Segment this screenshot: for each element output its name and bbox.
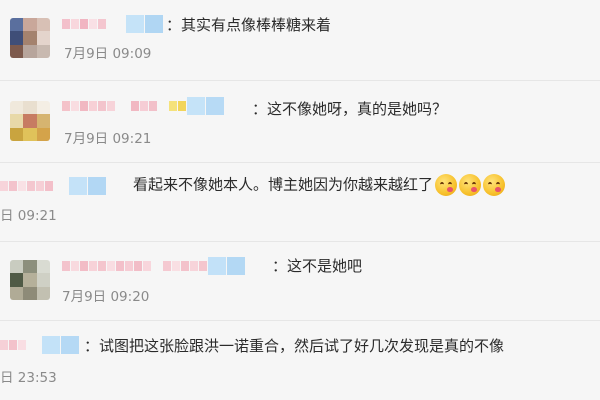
smiling-blushing-emoji-icon: [435, 174, 458, 196]
avatar[interactable]: [10, 101, 50, 141]
comment-text: 看起来不像她本人。博主她因为你越来越红了: [133, 174, 506, 196]
comment-text: ：这不是她吧: [272, 257, 363, 275]
comment-timestamp: 7月9日 09:21: [64, 131, 152, 147]
username-mosaic[interactable]: [62, 257, 246, 275]
emoji-group: [435, 174, 506, 196]
comment-text: ：试图把这张脸跟洪一诺重合，然后试了好几次发现是真的不像: [84, 337, 505, 355]
comment-item: ：试图把这张脸跟洪一诺重合，然后试了好几次发现是真的不像 日 23:53: [0, 321, 600, 400]
username-mosaic[interactable]: [62, 15, 164, 33]
username-mosaic[interactable]: [0, 336, 80, 354]
avatar[interactable]: [10, 260, 50, 300]
comment-timestamp: 7月9日 09:09: [64, 46, 152, 62]
smiling-blushing-emoji-icon: [459, 174, 482, 196]
comment-timestamp: 日 09:21: [0, 208, 57, 224]
comment-timestamp: 日 23:53: [0, 370, 57, 386]
username-mosaic[interactable]: [0, 177, 107, 195]
comment-item: ：这不是她吧 7月9日 09:20: [0, 242, 600, 320]
comment-item: 看起来不像她本人。博主她因为你越来越红了 日 09:21: [0, 163, 600, 241]
smiling-blushing-emoji-icon: [483, 174, 506, 196]
username-mosaic[interactable]: [62, 97, 225, 115]
comment-item: ：其实有点像棒棒糖来着 7月9日 09:09: [0, 0, 600, 80]
comment-text-content: 看起来不像她本人。博主她因为你越来越红了: [133, 175, 434, 194]
avatar[interactable]: [10, 18, 50, 58]
comment-item: ：这不像她呀，真的是她吗？ 7月9日 09:21: [0, 81, 600, 162]
comment-text: ：这不像她呀，真的是她吗？: [252, 100, 448, 118]
comment-timestamp: 7月9日 09:20: [62, 289, 150, 305]
comment-text: ：其实有点像棒棒糖来着: [166, 16, 332, 34]
